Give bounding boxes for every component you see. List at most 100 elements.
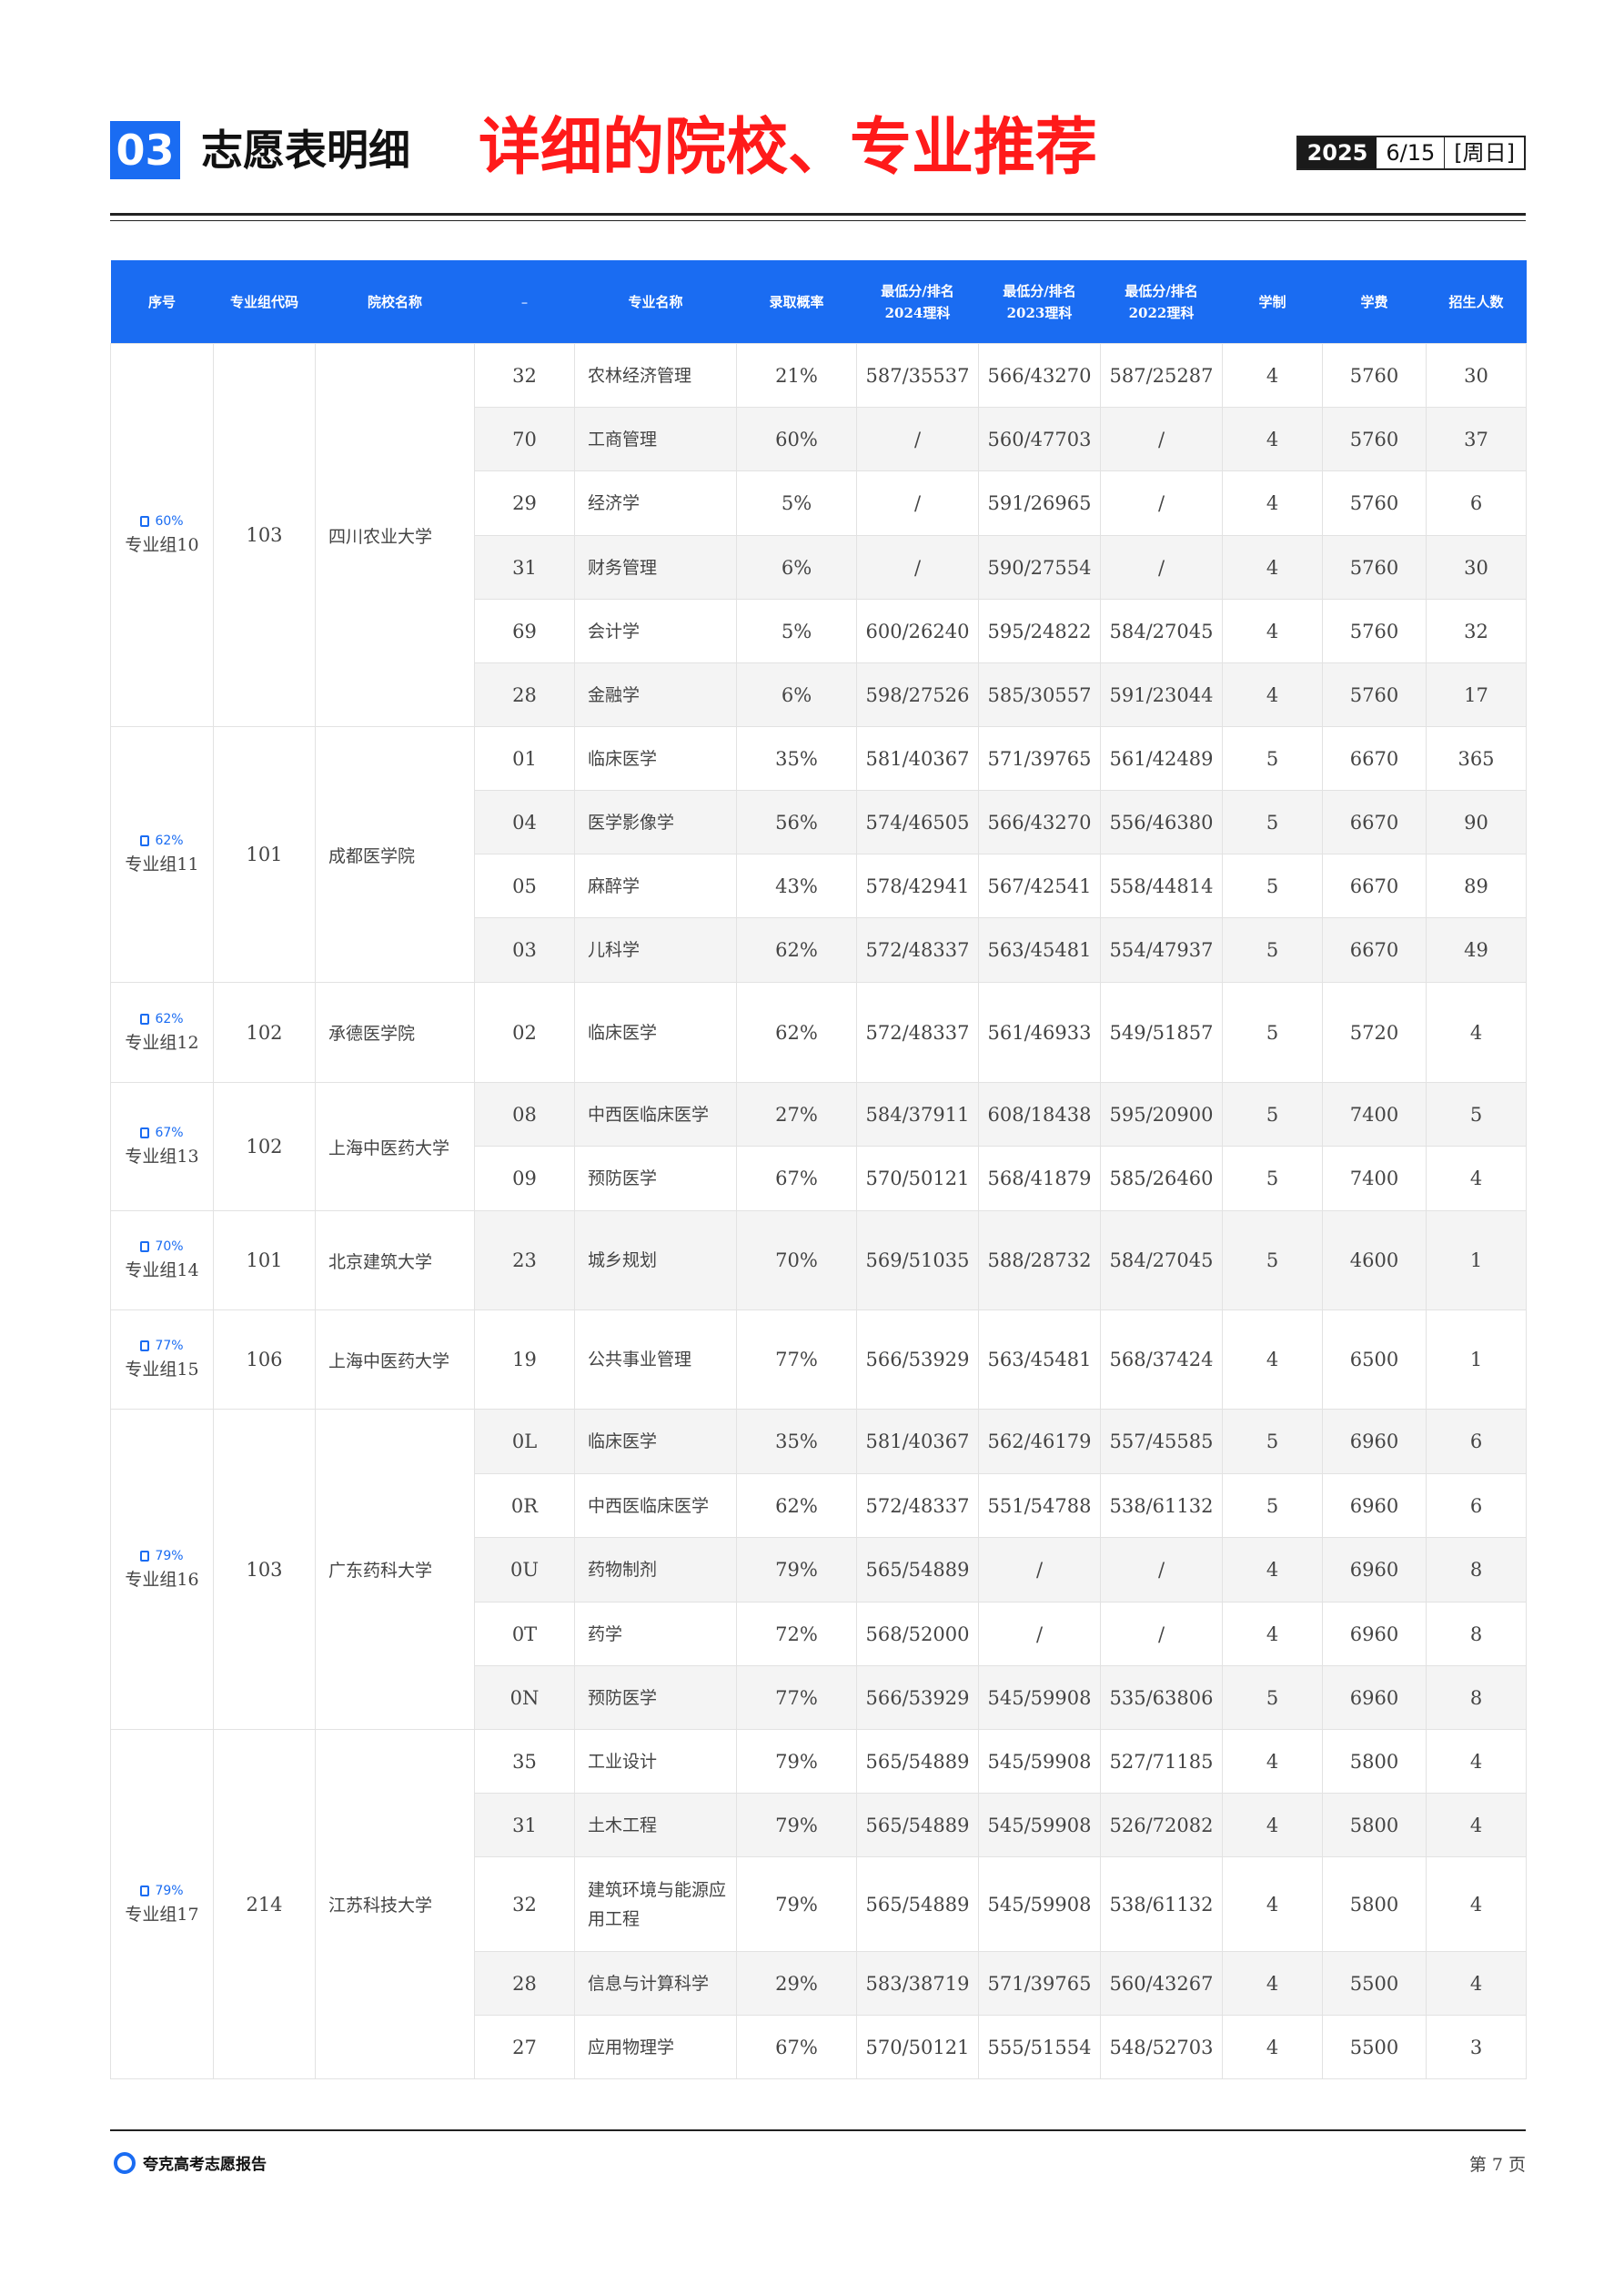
score-2024-cell: 572/48337 (856, 917, 979, 983)
duration-cell: 4 (1222, 343, 1323, 408)
overlay-caption: 详细的院校、专业推荐 (479, 112, 1098, 184)
enrollment-cell: 37 (1426, 407, 1527, 471)
probability-cell: 67% (736, 2015, 857, 2079)
group-index-cell: 79% 专业组17 (110, 1729, 214, 2079)
duration-cell: 5 (1222, 790, 1323, 854)
badge-value: 79% (155, 1548, 184, 1563)
probability-badge: 79% (115, 1881, 209, 1901)
duration-cell: 5 (1222, 1082, 1323, 1147)
enrollment-cell: 4 (1426, 1146, 1527, 1211)
enrollment-cell: 4 (1426, 1793, 1527, 1857)
duration-cell: 4 (1222, 1856, 1323, 1952)
enrollment-cell: 4 (1426, 982, 1527, 1083)
group-name: 专业组16 (125, 1569, 199, 1590)
score-2023-cell: 560/47703 (978, 407, 1101, 471)
group-code-cell: 103 (213, 343, 316, 727)
group-name: 专业组11 (125, 854, 199, 875)
score-2022-cell: 527/71185 (1100, 1729, 1223, 1794)
group-name: 专业组15 (125, 1360, 199, 1380)
score-2022-cell: / (1100, 535, 1223, 600)
duration-cell: 4 (1222, 1309, 1323, 1410)
score-2024-cell: / (856, 535, 979, 600)
fee-cell: 5760 (1322, 662, 1427, 727)
badge-value: 62% (155, 834, 184, 848)
major-code-cell: 31 (474, 1793, 575, 1857)
enrollment-cell: 90 (1426, 790, 1527, 854)
enrollment-cell: 4 (1426, 1729, 1527, 1794)
score-2022-cell: 538/61132 (1100, 1473, 1223, 1538)
score-2022-cell: 591/23044 (1100, 662, 1223, 727)
fee-cell: 6670 (1322, 790, 1427, 854)
fee-cell: 5720 (1322, 982, 1427, 1083)
score-2023-cell: 561/46933 (978, 982, 1101, 1083)
date-weekday: [周日] (1454, 140, 1515, 166)
duration-cell: 5 (1222, 982, 1323, 1083)
group-code-cell: 102 (213, 982, 316, 1083)
score-2023-cell: 585/30557 (978, 662, 1101, 727)
fee-cell: 5800 (1322, 1793, 1427, 1857)
score-2024-cell: 578/42941 (856, 854, 979, 918)
enrollment-cell: 17 (1426, 662, 1527, 727)
probability-badge: 67% (115, 1123, 209, 1143)
probability-cell: 27% (736, 1082, 857, 1147)
fee-cell: 6500 (1322, 1309, 1427, 1410)
major-code-cell: 04 (474, 790, 575, 854)
col-header-major: 专业名称 (574, 260, 737, 344)
major-code-cell: 0T (474, 1602, 575, 1666)
score-2024-cell: 587/35537 (856, 343, 979, 408)
document-icon (140, 1241, 150, 1252)
badge-value: 70% (155, 1239, 184, 1254)
score-2023-cell: / (978, 1602, 1101, 1666)
score-2023-cell: 608/18438 (978, 1082, 1101, 1147)
major-name-cell: 临床医学 (574, 726, 737, 791)
col-header-group-code: 专业组代码 (213, 260, 316, 344)
duration-cell: 4 (1222, 1537, 1323, 1602)
major-name-cell: 药物制剂 (574, 1537, 737, 1602)
enrollment-cell: 1 (1426, 1309, 1527, 1410)
score-2023-cell: 555/51554 (978, 2015, 1101, 2079)
duration-cell: 4 (1222, 1602, 1323, 1666)
enrollment-cell: 4 (1426, 1856, 1527, 1952)
score-2022-cell: 584/27045 (1100, 1210, 1223, 1310)
fee-cell: 5800 (1322, 1729, 1427, 1794)
score-2023-cell: 545/59908 (978, 1729, 1101, 1794)
major-name-cell: 应用物理学 (574, 2015, 737, 2079)
major-name-cell: 金融学 (574, 662, 737, 727)
duration-cell: 4 (1222, 599, 1323, 663)
major-code-cell: 69 (474, 599, 575, 663)
probability-cell: 60% (736, 407, 857, 471)
major-name-cell: 中西医临床医学 (574, 1473, 737, 1538)
probability-cell: 79% (736, 1729, 857, 1794)
table-row: 79% 专业组17 214 江苏科技大学 35 工业设计 79% 565/54889 545/5… (110, 1729, 1527, 2079)
duration-cell: 5 (1222, 726, 1323, 791)
probability-cell: 70% (736, 1210, 857, 1310)
group-index-cell: 62% 专业组11 (110, 726, 214, 983)
document-icon (140, 1340, 150, 1351)
brand-logo-icon (114, 2151, 136, 2174)
probability-cell: 21% (736, 343, 857, 408)
group-code-cell: 101 (213, 1210, 316, 1310)
enrollment-cell: 4 (1426, 1951, 1527, 2016)
score-2022-cell: / (1100, 1602, 1223, 1666)
enrollment-cell: 6 (1426, 1473, 1527, 1538)
col-header-probability: 录取概率 (736, 260, 857, 344)
major-name-cell: 医学影像学 (574, 790, 737, 854)
fee-cell: 6960 (1322, 1602, 1427, 1666)
score-2022-cell: 549/51857 (1100, 982, 1223, 1083)
enrollment-cell: 89 (1426, 854, 1527, 918)
fee-cell: 5760 (1322, 535, 1427, 600)
score-2022-cell: / (1100, 470, 1223, 536)
table-row: 62% 专业组11 101 成都医学院 01 临床医学 35% 581/40367 571/39… (110, 726, 1527, 983)
school-name-cell: 承德医学院 (315, 982, 475, 1083)
school-name-cell: 广东药科大学 (315, 1409, 475, 1730)
probability-cell: 79% (736, 1537, 857, 1602)
probability-cell: 77% (736, 1309, 857, 1410)
major-name-cell: 儿科学 (574, 917, 737, 983)
score-2022-cell: 548/52703 (1100, 2015, 1223, 2079)
document-icon (140, 1885, 150, 1896)
group-code-cell: 102 (213, 1082, 316, 1211)
enrollment-cell: 6 (1426, 1409, 1527, 1474)
score-2022-cell: 585/26460 (1100, 1146, 1223, 1211)
duration-cell: 5 (1222, 854, 1323, 918)
group-index-cell: 67% 专业组13 (110, 1082, 214, 1211)
